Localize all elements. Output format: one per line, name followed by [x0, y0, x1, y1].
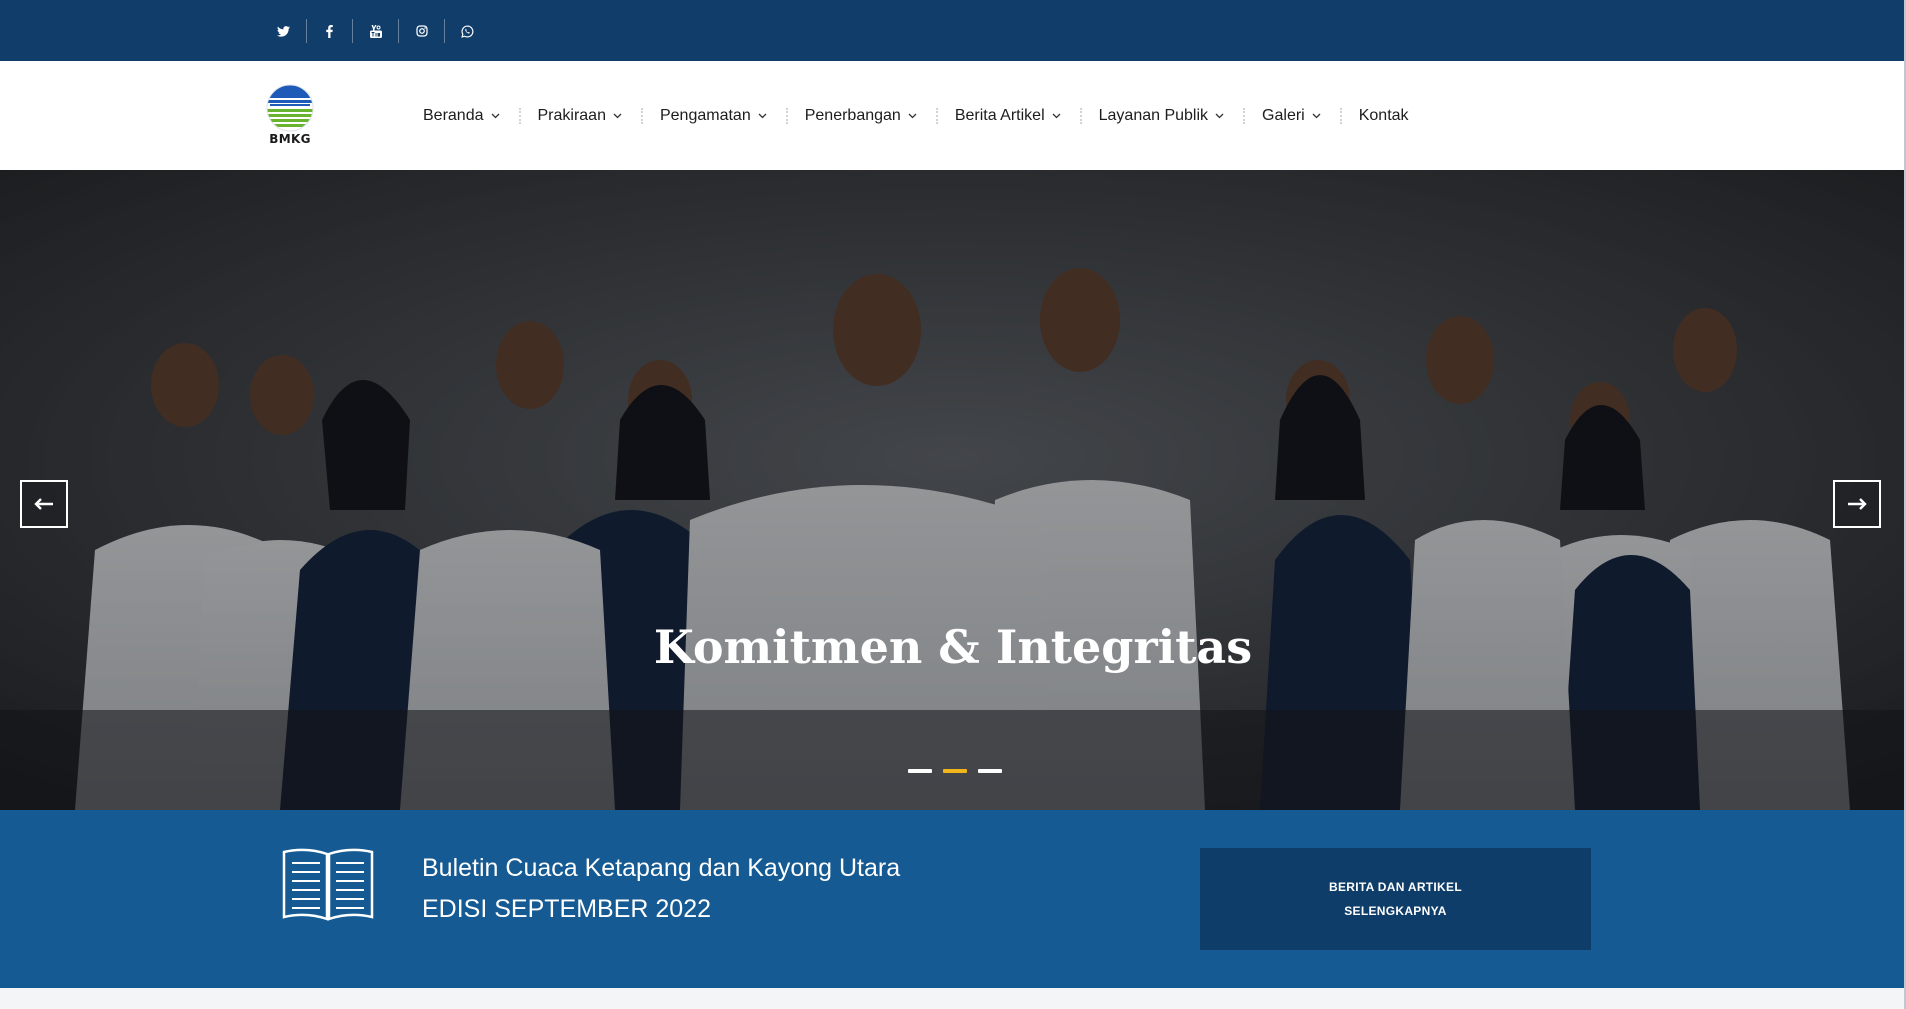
nav-prakiraan[interactable]: Prakiraan — [518, 61, 641, 170]
chevron-down-icon — [1215, 113, 1224, 118]
slide-title: Komitmen & Integritas — [653, 620, 1253, 674]
nav-galeri[interactable]: Galeri — [1243, 61, 1340, 170]
nav-layanan-publik-label: Layanan Publik — [1098, 106, 1209, 124]
hero-overlay — [0, 170, 1904, 810]
bmkg-logo[interactable]: BMKG — [266, 84, 314, 148]
nav-pengamatan-label: Pengamatan — [659, 106, 751, 124]
instagram-link[interactable] — [398, 19, 444, 43]
page-bottom-strip — [0, 988, 1906, 1009]
slider-next-button[interactable] — [1833, 480, 1881, 528]
news-more-button[interactable]: BERITA DAN ARTIKEL SELENGKAPNYA — [1200, 848, 1591, 950]
chevron-down-icon — [491, 113, 499, 118]
twitter-icon — [276, 25, 290, 37]
bulletin-title[interactable]: Buletin Cuaca Ketapang dan Kayong Utara — [422, 854, 900, 883]
nav-prakiraan-label: Prakiraan — [537, 106, 606, 124]
facebook-link[interactable] — [306, 19, 352, 43]
bmkg-logo-mark — [266, 84, 314, 132]
main-nav: Beranda Prakiraan Pengamatan Penerbangan… — [404, 61, 1428, 170]
nav-beranda[interactable]: Beranda — [404, 61, 519, 170]
logo-text: BMKG — [269, 132, 311, 146]
nav-galeri-label: Galeri — [1262, 106, 1305, 124]
top-social-bar — [0, 0, 1906, 61]
bulletin-edition: EDISI SEPTEMBER 2022 — [422, 895, 712, 923]
instagram-icon — [415, 25, 428, 37]
nav-layanan-publik[interactable]: Layanan Publik — [1079, 61, 1243, 170]
arrow-right-icon — [1848, 498, 1867, 510]
whatsapp-icon — [461, 24, 474, 38]
facebook-icon — [326, 24, 333, 38]
slider-dots — [908, 769, 1002, 773]
nav-berita-artikel[interactable]: Berita Artikel — [935, 61, 1080, 170]
chevron-down-icon — [908, 113, 917, 118]
chevron-down-icon — [758, 113, 767, 118]
slider-prev-button[interactable] — [20, 480, 68, 528]
nav-kontak-label: Kontak — [1358, 106, 1409, 124]
bulletin-banner: Buletin Cuaca Ketapang dan Kayong Utara … — [0, 810, 1906, 988]
chevron-down-icon — [1052, 113, 1061, 118]
whatsapp-link[interactable] — [444, 19, 490, 43]
nav-pengamatan[interactable]: Pengamatan — [640, 61, 786, 170]
open-book-icon — [282, 848, 374, 921]
social-links — [260, 19, 490, 43]
arrow-left-icon — [34, 498, 53, 510]
news-more-button-line2: SELENGKAPNYA — [1344, 904, 1447, 918]
twitter-link[interactable] — [260, 19, 306, 43]
nav-beranda-label: Beranda — [423, 106, 484, 124]
slider-dot-1[interactable] — [908, 769, 932, 773]
chevron-down-icon — [613, 113, 622, 118]
slider-dot-2[interactable] — [943, 769, 967, 773]
nav-penerbangan[interactable]: Penerbangan — [785, 61, 936, 170]
youtube-link[interactable] — [352, 19, 398, 43]
news-more-button-line1: BERITA DAN ARTIKEL — [1329, 880, 1462, 894]
nav-berita-artikel-label: Berita Artikel — [954, 106, 1045, 124]
nav-penerbangan-label: Penerbangan — [804, 106, 901, 124]
slider-dot-3[interactable] — [978, 769, 1002, 773]
youtube-icon — [369, 24, 382, 38]
nav-kontak[interactable]: Kontak — [1339, 61, 1428, 170]
site-header: BMKG Beranda Prakiraan Pengamatan Penerb… — [0, 61, 1906, 170]
hero-slider: Komitmen & Integritas — [0, 170, 1906, 810]
chevron-down-icon — [1312, 113, 1321, 118]
